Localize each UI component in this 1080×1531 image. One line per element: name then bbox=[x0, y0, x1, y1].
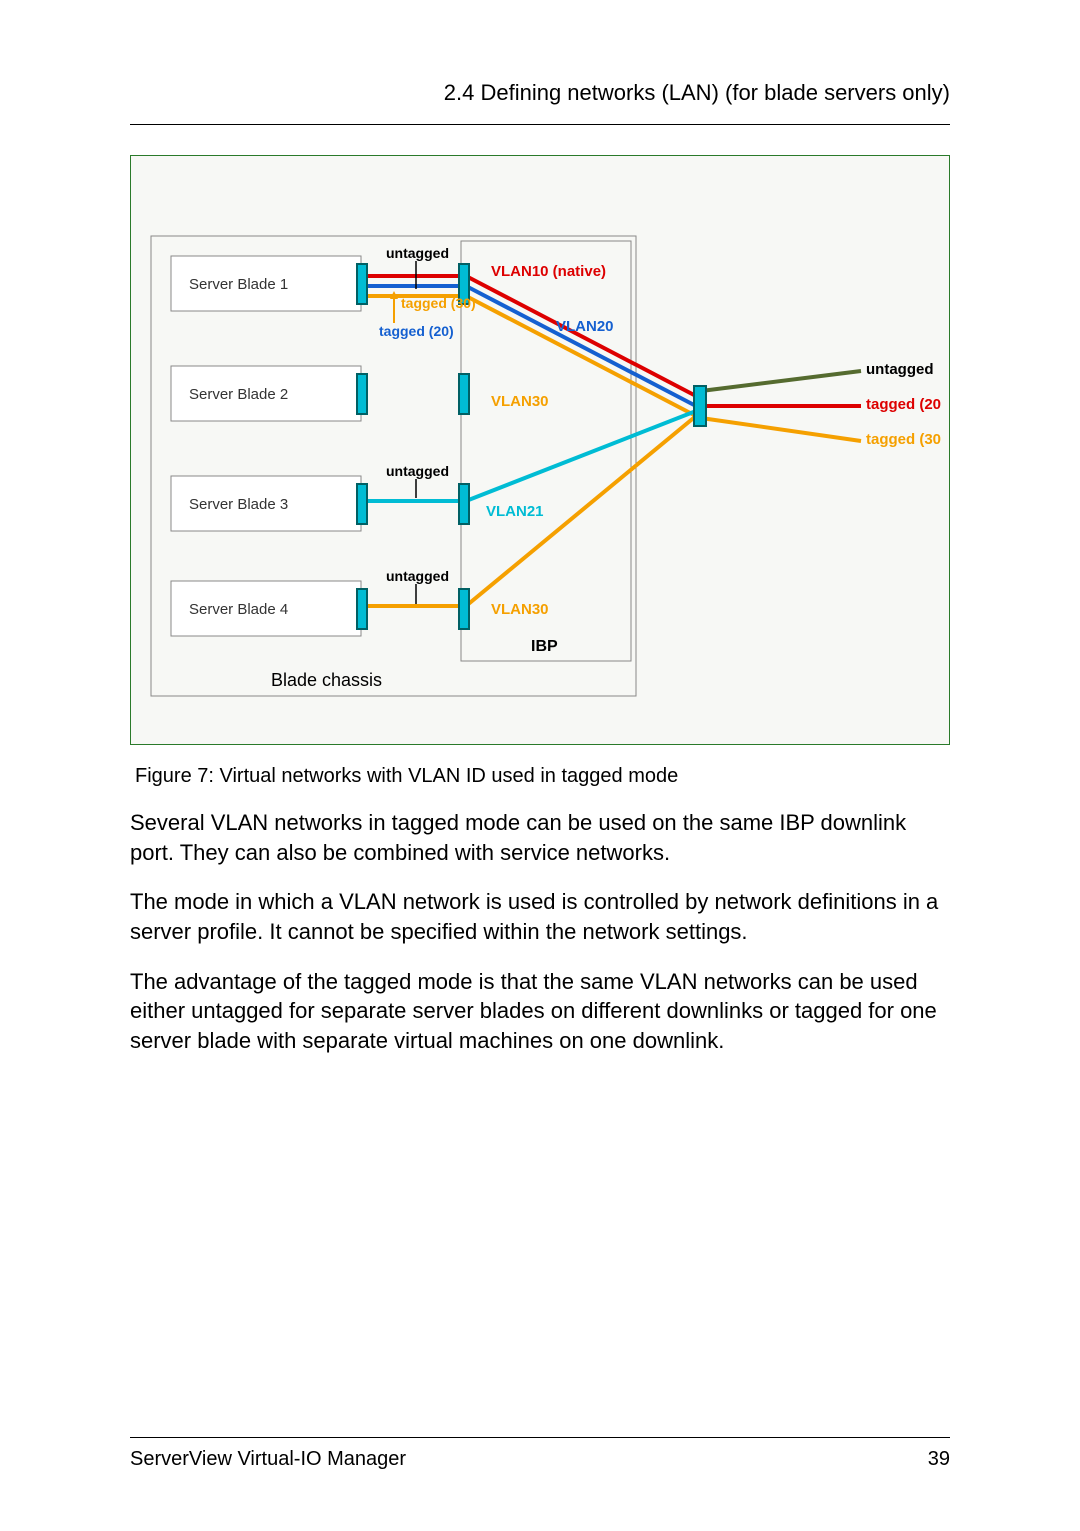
chassis-label: Blade chassis bbox=[271, 670, 382, 690]
figure-caption: Figure 7: Virtual networks with VLAN ID … bbox=[130, 765, 950, 788]
uplink-tagged30: tagged (30) bbox=[866, 431, 941, 448]
vlan21-label: VLAN21 bbox=[486, 503, 544, 520]
vlan10-label: VLAN10 (native) bbox=[491, 263, 606, 280]
section-title: 2.4 Defining networks (LAN) (for blade s… bbox=[444, 80, 950, 105]
blade2-label: Server Blade 2 bbox=[189, 386, 288, 403]
paragraph-1: Several VLAN networks in tagged mode can… bbox=[130, 808, 950, 867]
b1-untagged: untagged bbox=[386, 245, 449, 261]
footer-page-number: 39 bbox=[928, 1448, 950, 1471]
b1-tagged20: tagged (20) bbox=[379, 323, 454, 339]
uplink-tagged20: tagged (20) bbox=[866, 396, 941, 413]
uplink-untagged: untagged bbox=[866, 361, 934, 378]
paragraph-2: The mode in which a VLAN network is used… bbox=[130, 887, 950, 946]
blade1-label: Server Blade 1 bbox=[189, 276, 288, 293]
blade4-label: Server Blade 4 bbox=[189, 601, 288, 618]
b4-untagged: untagged bbox=[386, 568, 449, 584]
vlan20-label: VLAN20 bbox=[556, 318, 614, 335]
vlan30-bottom-label: VLAN30 bbox=[491, 601, 549, 618]
ibp-label: IBP bbox=[531, 638, 558, 655]
vlan30-mid-label: VLAN30 bbox=[491, 393, 549, 410]
footer-product: ServerView Virtual-IO Manager bbox=[130, 1448, 406, 1471]
section-header: 2.4 Defining networks (LAN) (for blade s… bbox=[130, 80, 950, 125]
blade3-label: Server Blade 3 bbox=[189, 496, 288, 513]
b3-untagged: untagged bbox=[386, 463, 449, 479]
page-footer: ServerView Virtual-IO Manager 39 bbox=[130, 1437, 950, 1471]
network-diagram: Server Blade 1 Server Blade 2 Server Bla… bbox=[130, 155, 950, 745]
paragraph-3: The advantage of the tagged mode is that… bbox=[130, 967, 950, 1056]
b1-tagged30: tagged (30) bbox=[401, 295, 476, 311]
